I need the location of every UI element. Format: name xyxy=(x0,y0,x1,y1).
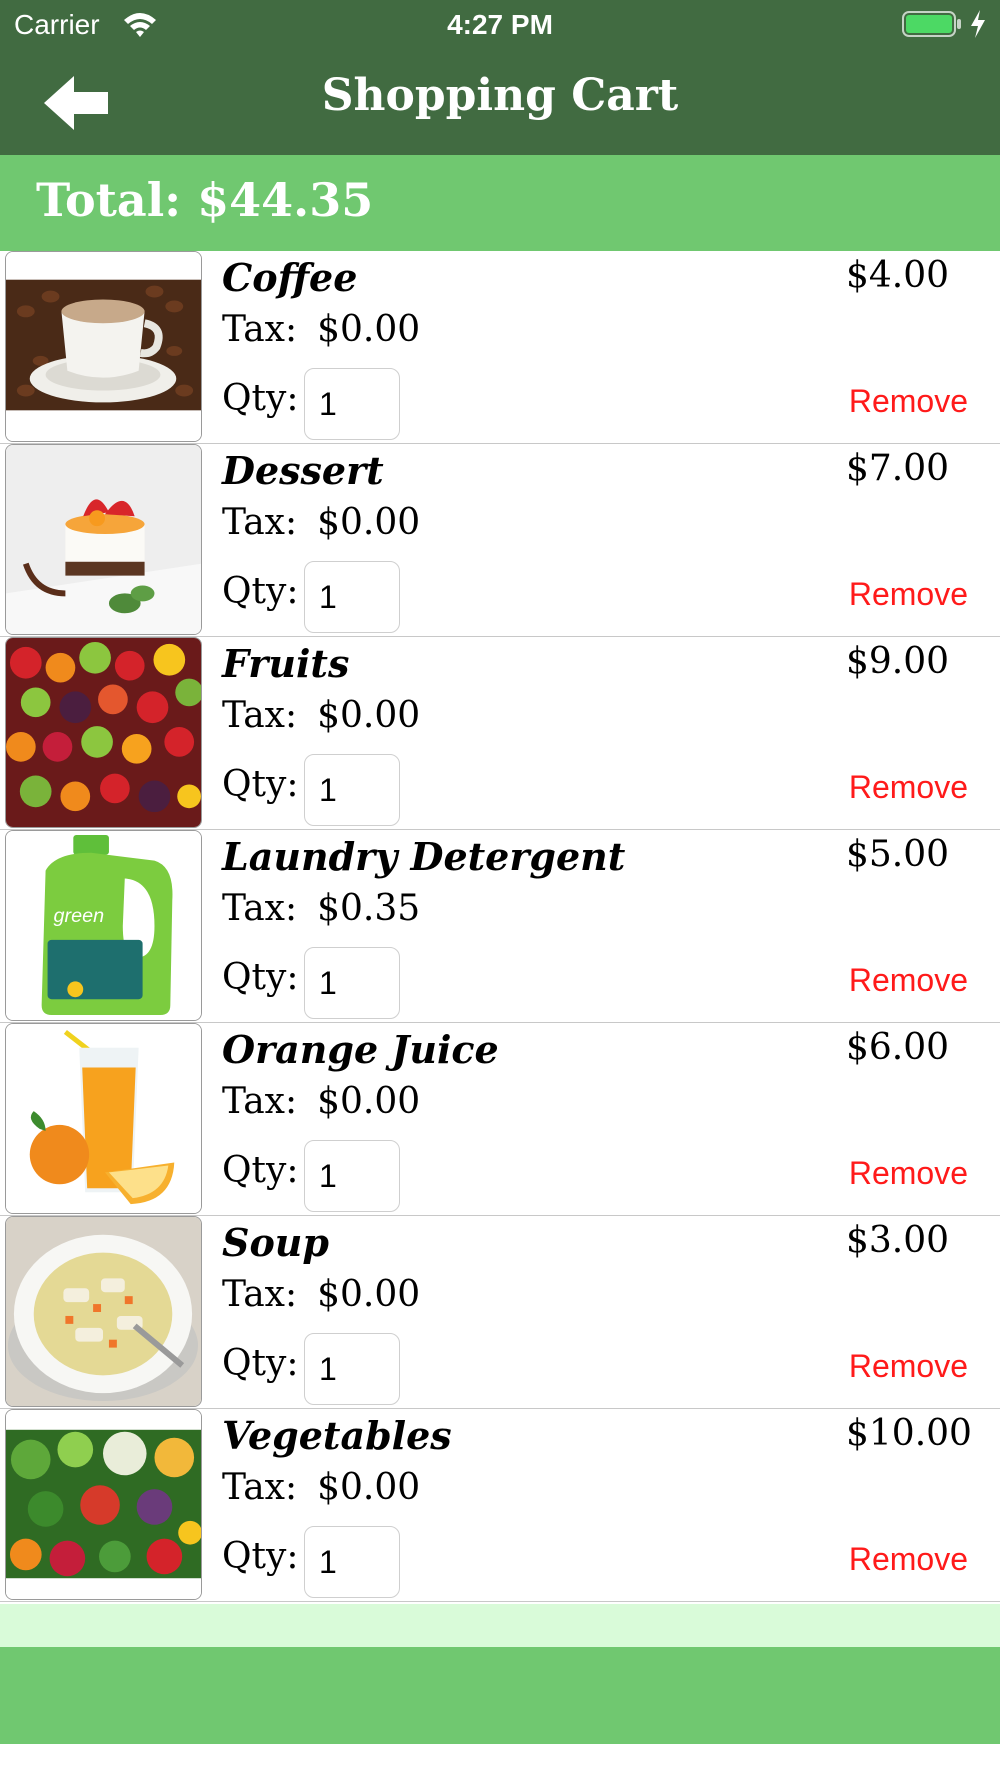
orange-juice-image xyxy=(5,1023,202,1214)
item-price: $6.00 xyxy=(846,1027,950,1068)
item-price: $7.00 xyxy=(846,448,950,489)
item-name: Coffee xyxy=(222,255,358,300)
quantity-field[interactable] xyxy=(304,947,400,1019)
remove-button[interactable]: Remove xyxy=(849,383,968,420)
cart-item-row: Coffee $4.00 Tax: $0.00 Qty: Remove xyxy=(0,251,1000,444)
footer-bar xyxy=(0,1647,1000,1744)
wifi-icon xyxy=(124,13,156,37)
tax-line: Tax: $0.00 xyxy=(222,1274,420,1315)
qty-label: Qty: xyxy=(222,957,299,998)
item-price: $10.00 xyxy=(846,1413,972,1454)
item-name: Dessert xyxy=(222,448,384,493)
tax-line: Tax: $0.00 xyxy=(222,1081,420,1122)
cart-item-row: Fruits $9.00 Tax: $0.00 Qty: Remove xyxy=(0,637,1000,830)
remove-button[interactable]: Remove xyxy=(849,576,968,613)
tax-label: Tax: xyxy=(222,888,298,929)
cart-item-row: Vegetables $10.00 Tax: $0.00 Qty: Remove xyxy=(0,1409,1000,1602)
dessert-image xyxy=(5,444,202,635)
tax-line: Tax: $0.00 xyxy=(222,1467,420,1508)
item-name: Laundry Detergent xyxy=(222,834,626,879)
charging-bolt-icon xyxy=(971,10,985,38)
tax-label: Tax: xyxy=(222,1274,298,1315)
cart-list: Coffee $4.00 Tax: $0.00 Qty: Remove xyxy=(0,251,1000,1602)
item-price: $5.00 xyxy=(846,834,950,875)
soup-image xyxy=(5,1216,202,1407)
qty-label: Qty: xyxy=(222,764,299,805)
tax-label: Tax: xyxy=(222,1081,298,1122)
quantity-field[interactable] xyxy=(304,754,400,826)
navigation-bar: Shopping Cart xyxy=(0,48,1000,155)
carrier-label: Carrier xyxy=(14,9,100,40)
item-price: $4.00 xyxy=(846,255,950,296)
laundry-detergent-image: green xyxy=(5,830,202,1021)
svg-text:green: green xyxy=(54,905,105,927)
cart-item-row: Soup $3.00 Tax: $0.00 Qty: Remove xyxy=(0,1216,1000,1409)
list-footer-spacer xyxy=(0,1604,1000,1647)
total-bar: Total: $44.35 xyxy=(0,155,1000,251)
qty-label: Qty: xyxy=(222,1536,299,1577)
tax-label: Tax: xyxy=(222,1467,298,1508)
tax-line: Tax: $0.00 xyxy=(222,695,420,736)
tax-value: $0.00 xyxy=(317,1274,421,1315)
battery-icon xyxy=(902,11,961,37)
tax-value: $0.00 xyxy=(317,502,421,543)
item-name: Fruits xyxy=(222,641,350,686)
quantity-field[interactable] xyxy=(304,1526,400,1598)
remove-button[interactable]: Remove xyxy=(849,1348,968,1385)
item-name: Soup xyxy=(222,1220,329,1265)
qty-label: Qty: xyxy=(222,571,299,612)
remove-button[interactable]: Remove xyxy=(849,962,968,999)
quantity-field[interactable] xyxy=(304,1333,400,1405)
item-name: Orange Juice xyxy=(222,1027,499,1072)
status-bar: Carrier 4:27 PM xyxy=(0,0,1000,48)
cart-item-row: Dessert $7.00 Tax: $0.00 Qty: Remove xyxy=(0,444,1000,637)
quantity-field[interactable] xyxy=(304,1140,400,1212)
tax-label: Tax: xyxy=(222,695,298,736)
tax-label: Tax: xyxy=(222,309,298,350)
fruits-image xyxy=(5,637,202,828)
cart-item-row: green Laundry Detergent $5.00 Tax: $0.35 … xyxy=(0,830,1000,1023)
tax-line: Tax: $0.35 xyxy=(222,888,420,929)
back-arrow-icon[interactable] xyxy=(40,74,112,132)
qty-label: Qty: xyxy=(222,378,299,419)
tax-line: Tax: $0.00 xyxy=(222,309,420,350)
tax-label: Tax: xyxy=(222,502,298,543)
tax-value: $0.00 xyxy=(317,1081,421,1122)
vegetables-image xyxy=(5,1409,202,1600)
cart-item-row: Orange Juice $6.00 Tax: $0.00 Qty: Remove xyxy=(0,1023,1000,1216)
item-price: $3.00 xyxy=(846,1220,950,1261)
tax-line: Tax: $0.00 xyxy=(222,502,420,543)
cart-total: Total: $44.35 xyxy=(36,173,374,227)
quantity-field[interactable] xyxy=(304,368,400,440)
item-name: Vegetables xyxy=(222,1413,452,1458)
remove-button[interactable]: Remove xyxy=(849,1155,968,1192)
tax-value: $0.00 xyxy=(317,309,421,350)
qty-label: Qty: xyxy=(222,1150,299,1191)
qty-label: Qty: xyxy=(222,1343,299,1384)
coffee-image xyxy=(5,251,202,442)
tax-value: $0.00 xyxy=(317,695,421,736)
remove-button[interactable]: Remove xyxy=(849,1541,968,1578)
item-price: $9.00 xyxy=(846,641,950,682)
remove-button[interactable]: Remove xyxy=(849,769,968,806)
tax-value: $0.00 xyxy=(317,1467,421,1508)
quantity-field[interactable] xyxy=(304,561,400,633)
tax-value: $0.35 xyxy=(317,888,421,929)
page-title: Shopping Cart xyxy=(321,70,679,121)
